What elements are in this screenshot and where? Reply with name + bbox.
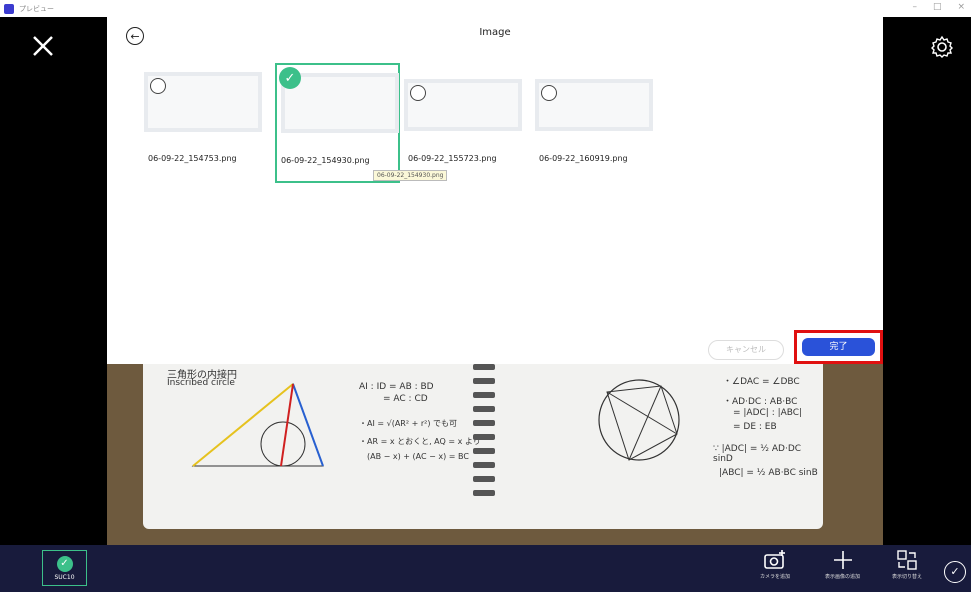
notebook-page: 三角形の内接円 Inscribed circle AI : ID = AB : … bbox=[143, 364, 823, 529]
title-bar: プレビュー – □ × bbox=[0, 0, 971, 17]
note-line-4: ・AR = x とおくと, AQ = x より bbox=[359, 437, 481, 446]
select-radio[interactable] bbox=[410, 85, 426, 101]
note-right-3: = |ADC| : |ABC| bbox=[733, 408, 803, 418]
window-title: プレビュー bbox=[19, 4, 54, 13]
check-icon[interactable]: ✓ bbox=[279, 67, 301, 89]
filename-tooltip: 06-09-22_154930.png bbox=[373, 170, 448, 181]
add-camera-label: カメラを追加 bbox=[760, 574, 791, 580]
cancel-button[interactable]: キャンセル bbox=[708, 340, 784, 360]
notebook-spine bbox=[473, 364, 495, 524]
shield-check-icon: ✓ bbox=[56, 555, 73, 572]
dialog-title: Image bbox=[479, 27, 511, 38]
note-right-4: = DE : EB bbox=[733, 422, 777, 432]
select-radio[interactable] bbox=[541, 85, 557, 101]
note-right-5: ∵ |ADC| = ½ AD·DC sinD bbox=[713, 444, 802, 464]
preview-photo: 三角形の内接円 Inscribed circle AI : ID = AB : … bbox=[107, 364, 883, 545]
done-button[interactable]: 完了 bbox=[802, 338, 875, 356]
thumbnail-4[interactable]: 06-09-22_160919.png bbox=[535, 79, 655, 189]
minimize-button[interactable]: – bbox=[912, 2, 917, 12]
note-right-6: |ABC| = ½ AB·BC sinB bbox=[719, 468, 818, 478]
select-radio[interactable] bbox=[150, 78, 166, 94]
thumbnail-filename: 06-09-22_154930.png bbox=[281, 156, 370, 165]
camera-add-icon bbox=[764, 550, 785, 569]
note-line-1: AI : ID = AB : BD bbox=[359, 382, 434, 392]
confirm-check-icon[interactable]: ✓ bbox=[944, 561, 966, 583]
camera-badge-label: SUC10 bbox=[54, 573, 75, 581]
gear-icon[interactable] bbox=[930, 35, 954, 59]
image-picker-dialog: ← Image 06-09-22_154753.png ✓ 06-09-22_1… bbox=[107, 17, 883, 364]
circle-diagram bbox=[598, 379, 680, 461]
note-right-1: ・∠DAC = ∠DBC bbox=[723, 377, 800, 387]
thumbnail-1[interactable]: 06-09-22_154753.png bbox=[144, 72, 264, 182]
maximize-button[interactable]: □ bbox=[933, 2, 942, 12]
switch-icon bbox=[897, 550, 917, 570]
done-highlight: 完了 bbox=[794, 330, 883, 364]
plus-icon bbox=[833, 551, 852, 569]
add-image-button[interactable]: 表示画像の追加 bbox=[825, 549, 860, 580]
thumbnail-filename: 06-09-22_160919.png bbox=[539, 154, 628, 163]
switch-view-label: 表示切り替え bbox=[892, 574, 923, 580]
switch-view-button[interactable]: 表示切り替え bbox=[892, 549, 922, 580]
add-image-label: 表示画像の追加 bbox=[825, 574, 861, 580]
window-controls: – □ × bbox=[912, 2, 965, 12]
triangle-diagram bbox=[191, 383, 324, 467]
app-icon bbox=[4, 3, 14, 14]
thumbnail-filename: 06-09-22_154753.png bbox=[148, 154, 237, 163]
camera-badge[interactable]: ✓ SUC10 bbox=[42, 550, 87, 586]
note-line-3: ・AI = √(AR² + r²) でも可 bbox=[359, 419, 458, 428]
bottom-toolbar: ✓ SUC10 カメラを追加 表示画像の追加 表示切り替え ✓ bbox=[0, 545, 971, 592]
add-camera-button[interactable]: カメラを追加 bbox=[760, 549, 790, 580]
close-icon[interactable] bbox=[28, 31, 58, 61]
note-line-2: = AC : CD bbox=[383, 394, 428, 404]
note-right-2: ・AD·DC : AB·BC bbox=[723, 397, 798, 407]
note-line-5: (AB − x) + (AC − x) = BC bbox=[367, 452, 469, 461]
thumbnail-filename: 06-09-22_155723.png bbox=[408, 154, 497, 163]
window-close-button[interactable]: × bbox=[957, 2, 965, 12]
thumbnail-2[interactable]: ✓ 06-09-22_154930.png bbox=[275, 63, 400, 183]
